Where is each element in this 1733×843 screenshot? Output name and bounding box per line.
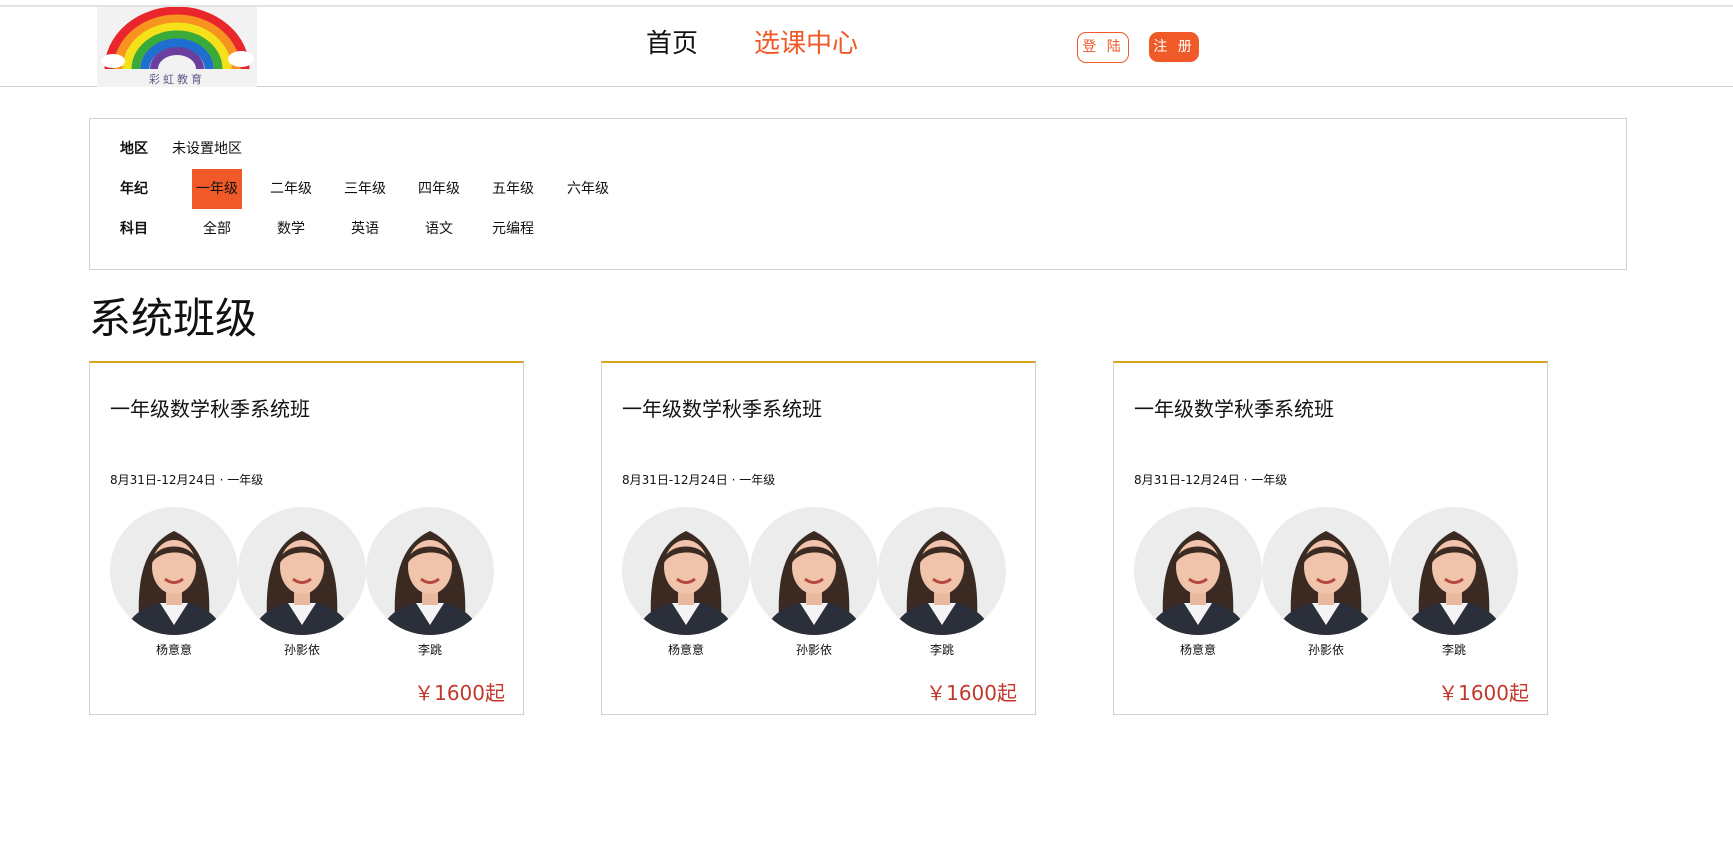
nav-home[interactable]: 首页 — [646, 27, 698, 61]
teacher-portrait-icon — [892, 531, 992, 635]
header: 彩虹教育 首页 选课中心 登 陆 注 册 — [0, 7, 1733, 87]
filter-label-grade: 年纪 — [120, 181, 148, 197]
grade-option-6[interactable]: 六年级 — [563, 169, 613, 209]
filter-label-subject: 科目 — [120, 221, 148, 237]
teacher-name: 杨意意 — [155, 643, 192, 657]
subject-option-chinese[interactable]: 语文 — [414, 209, 464, 249]
teacher: 孙影依 — [238, 507, 366, 658]
teacher-name: 孙影依 — [1307, 643, 1344, 657]
teacher-portrait-icon — [124, 531, 224, 635]
card-title: 一年级数学秋季系统班 — [622, 397, 822, 421]
rainbow-logo[interactable]: 彩虹教育 — [97, 7, 257, 87]
subject-option-english[interactable]: 英语 — [340, 209, 390, 249]
teacher-portrait-icon — [764, 531, 864, 635]
login-button[interactable]: 登 陆 — [1077, 32, 1129, 63]
section-title: 系统班级 — [89, 294, 258, 343]
card-price: ￥1600起 — [414, 681, 505, 705]
class-card[interactable]: 一年级数学秋季系统班 8月31日-12月24日 · 一年级 杨意意 孙影依 李跳… — [1113, 361, 1548, 715]
grade-option-1[interactable]: 一年级 — [192, 169, 242, 209]
grade-option-2[interactable]: 二年级 — [266, 169, 316, 209]
teacher-portrait-icon — [1276, 531, 1376, 635]
card-meta: 8月31日-12月24日 · 一年级 — [1134, 473, 1288, 487]
grade-option-4[interactable]: 四年级 — [414, 169, 464, 209]
teacher-portrait-icon — [252, 531, 352, 635]
subject-option-math[interactable]: 数学 — [266, 209, 316, 249]
filter-row-subject: 科目 全部 数学 英语 语文 元编程 — [90, 209, 1626, 249]
card-title: 一年级数学秋季系统班 — [110, 397, 310, 421]
teacher-avatar — [366, 507, 494, 635]
card-price: ￥1600起 — [926, 681, 1017, 705]
teacher-name: 孙影依 — [283, 643, 320, 657]
teacher: 杨意意 — [110, 507, 238, 658]
subject-option-programming[interactable]: 元编程 — [488, 209, 538, 249]
filter-row-grade: 年纪 一年级 二年级 三年级 四年级 五年级 六年级 — [90, 169, 1626, 209]
region-value[interactable]: 未设置地区 — [172, 129, 242, 169]
teacher-avatar — [238, 507, 366, 635]
teacher-avatar — [878, 507, 1006, 635]
card-price: ￥1600起 — [1438, 681, 1529, 705]
grade-option-3[interactable]: 三年级 — [340, 169, 390, 209]
card-title: 一年级数学秋季系统班 — [1134, 397, 1334, 421]
teacher-avatar — [1134, 507, 1262, 635]
teacher-name: 杨意意 — [667, 643, 704, 657]
subject-option-all[interactable]: 全部 — [192, 209, 242, 249]
teacher: 李跳 — [878, 507, 1006, 658]
teacher: 李跳 — [366, 507, 494, 658]
teacher-avatar — [750, 507, 878, 635]
grade-option-5[interactable]: 五年级 — [488, 169, 538, 209]
filter-label-region: 地区 — [120, 141, 148, 157]
logo-text: 彩虹教育 — [149, 73, 205, 86]
teacher-portrait-icon — [380, 531, 480, 635]
register-button[interactable]: 注 册 — [1149, 32, 1199, 62]
teacher-portrait-icon — [636, 531, 736, 635]
teacher-avatar — [110, 507, 238, 635]
teacher: 孙影依 — [1262, 507, 1390, 658]
teacher-name: 杨意意 — [1179, 643, 1216, 657]
filter-panel: 地区 未设置地区 年纪 一年级 二年级 三年级 四年级 五年级 六年级 科目 全… — [89, 118, 1627, 270]
teacher-avatar — [1390, 507, 1518, 635]
teacher: 杨意意 — [1134, 507, 1262, 658]
teacher: 李跳 — [1390, 507, 1518, 658]
teacher-name: 李跳 — [929, 643, 954, 657]
teacher-name: 孙影依 — [795, 643, 832, 657]
teacher-portrait-icon — [1404, 531, 1504, 635]
card-meta: 8月31日-12月24日 · 一年级 — [110, 473, 264, 487]
class-card[interactable]: 一年级数学秋季系统班 8月31日-12月24日 · 一年级 杨意意 孙影依 李跳… — [601, 361, 1036, 715]
nav-course-center[interactable]: 选课中心 — [754, 27, 858, 61]
teacher-portrait-icon — [1148, 531, 1248, 635]
teacher-name: 李跳 — [417, 643, 442, 657]
class-card[interactable]: 一年级数学秋季系统班 8月31日-12月24日 · 一年级 杨意意 孙影依 李跳… — [89, 361, 524, 715]
teacher-avatar — [622, 507, 750, 635]
teacher: 孙影依 — [750, 507, 878, 658]
rainbow-icon — [101, 7, 254, 70]
filter-row-region: 地区 未设置地区 — [90, 129, 1626, 169]
card-meta: 8月31日-12月24日 · 一年级 — [622, 473, 776, 487]
teacher-name: 李跳 — [1441, 643, 1466, 657]
teacher: 杨意意 — [622, 507, 750, 658]
teacher-avatar — [1262, 507, 1390, 635]
